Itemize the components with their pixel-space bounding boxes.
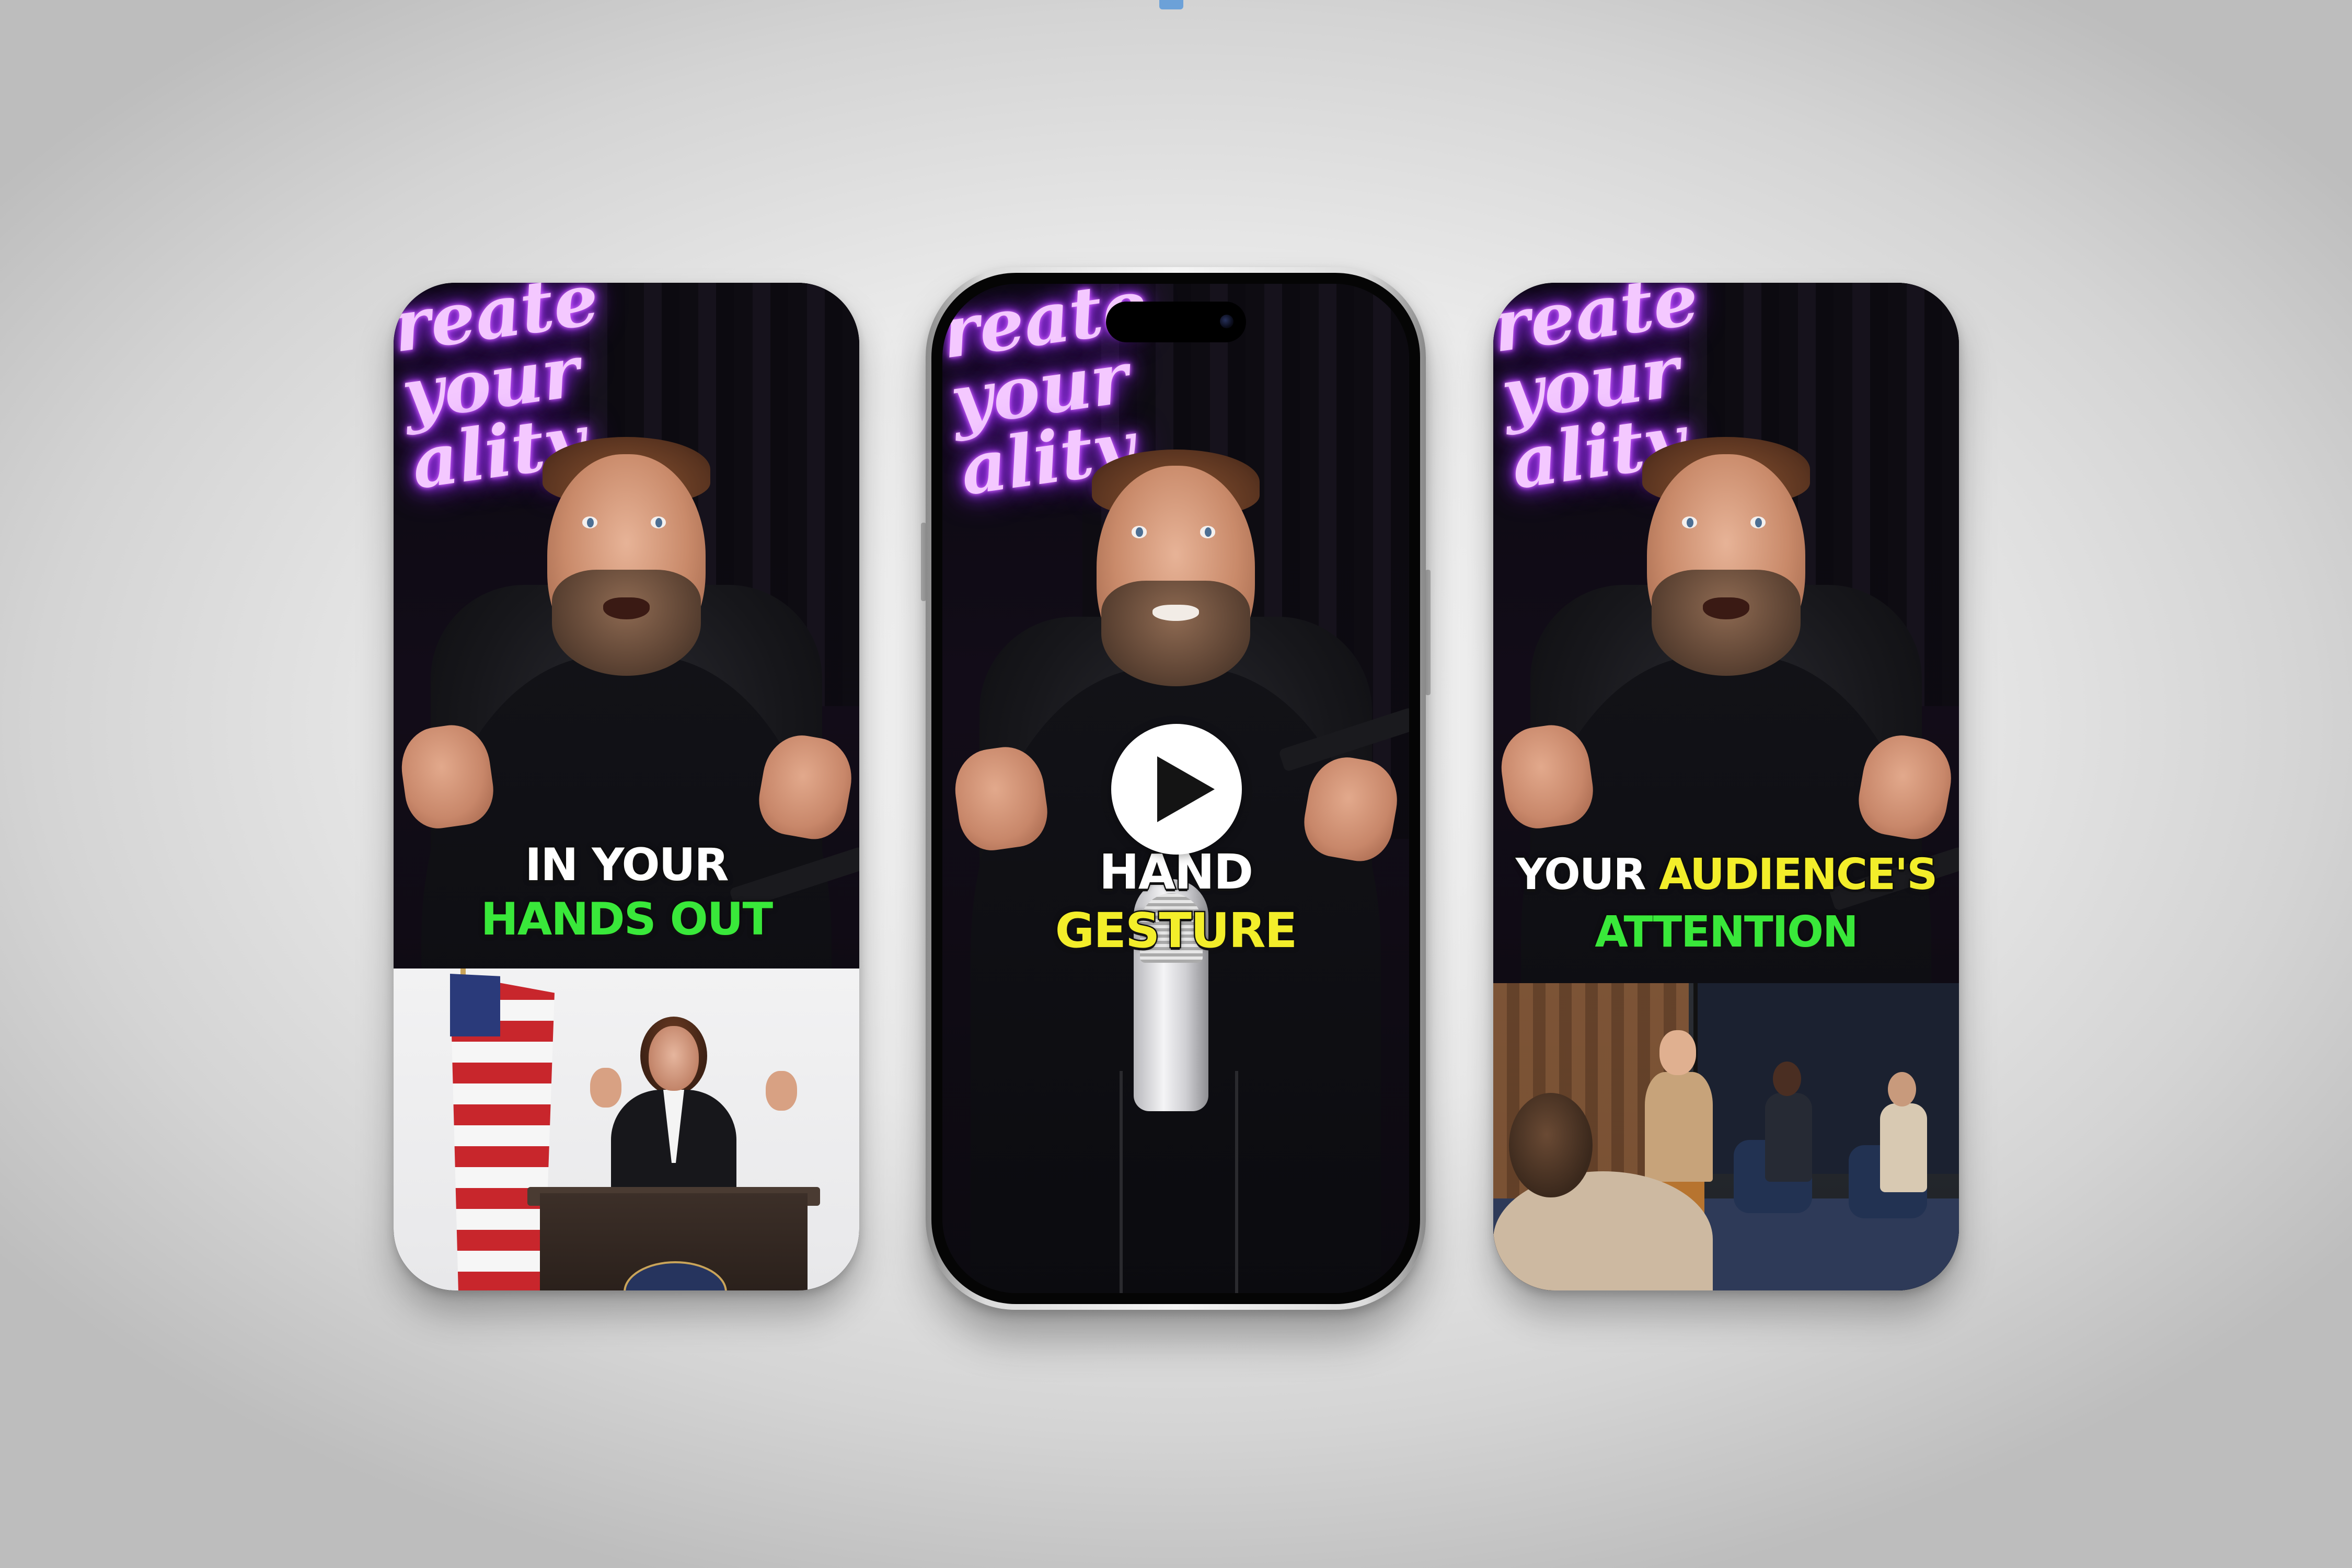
- power-button: [1425, 570, 1431, 695]
- caption-line-2: GESTURE: [1054, 902, 1299, 960]
- caption: IN YOUR HANDS OUT: [394, 838, 859, 947]
- play-icon: [1157, 756, 1215, 822]
- caption: YOUR AUDIENCE'S ATTENTION: [1493, 846, 1959, 961]
- play-button[interactable]: [1111, 724, 1242, 855]
- caption-line-2: ATTENTION: [1594, 906, 1860, 959]
- caption-line-1: IN YOUR: [524, 838, 730, 893]
- caption-line-2: HANDS OUT: [479, 892, 774, 947]
- right-video-card[interactable]: reate your ality YOUR AUDIENCE'S ATTENTI…: [1493, 283, 1959, 1290]
- caption: HAND GESTURE: [942, 843, 1409, 960]
- camera-icon: [1219, 315, 1233, 328]
- left-video-card[interactable]: reate your ality IN YOUR HANDS OUT: [394, 283, 859, 1290]
- panel-discussion-image: [1493, 983, 1959, 1290]
- podium-speaker-image: [394, 969, 859, 1290]
- top-marker: [1159, 0, 1183, 9]
- caption-line-1: YOUR AUDIENCE'S: [1514, 849, 1939, 901]
- dynamic-island: [1105, 302, 1246, 342]
